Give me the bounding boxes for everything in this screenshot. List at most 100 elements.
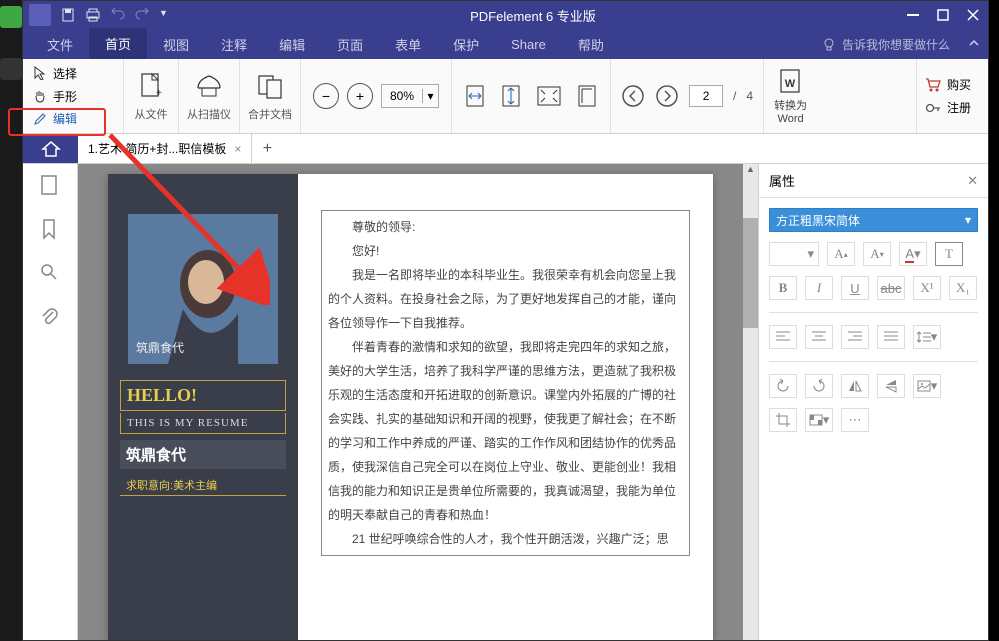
document-tab[interactable]: 1.艺术 简历+封...职信模板 × xyxy=(78,134,252,163)
fit-page-icon[interactable] xyxy=(536,85,562,107)
resume-hello: HELLO! xyxy=(127,385,279,406)
convert-word-button[interactable]: W 转换为 Word xyxy=(763,59,817,133)
rotate-cw-button[interactable] xyxy=(805,374,833,398)
vertical-scrollbar[interactable]: ▲ xyxy=(743,164,758,640)
menu-page[interactable]: 页面 xyxy=(321,29,379,60)
from-file-button[interactable]: + 从文件 xyxy=(124,59,179,133)
prev-page-button[interactable] xyxy=(621,84,645,108)
next-page-button[interactable] xyxy=(655,84,679,108)
decrease-font-button[interactable]: A▾ xyxy=(863,242,891,266)
zoom-out-button[interactable]: − xyxy=(313,83,339,109)
strikethrough-button[interactable]: abc xyxy=(877,276,905,300)
extract-image-button[interactable]: ▾ xyxy=(913,374,941,398)
page-sep: / xyxy=(733,89,736,103)
from-scanner-button[interactable]: 从扫描仪 xyxy=(179,59,240,133)
dropdown-icon[interactable]: ▾ xyxy=(422,89,438,103)
select-tool[interactable]: 选择 xyxy=(29,63,117,84)
close-panel-button[interactable]: ✕ xyxy=(967,173,978,189)
taskbar-app-icon[interactable] xyxy=(0,58,22,80)
register-button[interactable]: 注册 xyxy=(925,99,980,116)
tell-me-search[interactable]: 告诉我你想要做什么 xyxy=(822,36,980,53)
attachments-icon[interactable] xyxy=(39,306,61,328)
actual-size-icon[interactable] xyxy=(576,83,598,109)
pdf-page: 筑鼎食代 HELLO! THIS IS MY RESUME 筑鼎食代 求职意向:… xyxy=(108,174,713,640)
font-size-select[interactable]: ▾ xyxy=(769,242,819,266)
rotate-ccw-button[interactable] xyxy=(769,374,797,398)
ribbon: 选择 手形 编辑 + 从文件 从扫描仪 合并文档 − + xyxy=(23,59,988,134)
align-justify-button[interactable] xyxy=(877,325,905,349)
edit-tool[interactable]: 编辑 xyxy=(29,108,117,129)
menu-protect[interactable]: 保护 xyxy=(437,29,495,60)
line-spacing-button[interactable]: ▾ xyxy=(913,325,941,349)
menu-comment[interactable]: 注释 xyxy=(205,29,263,60)
maximize-button[interactable] xyxy=(928,1,958,29)
flip-horizontal-button[interactable] xyxy=(841,374,869,398)
document-viewport[interactable]: 筑鼎食代 HELLO! THIS IS MY RESUME 筑鼎食代 求职意向:… xyxy=(78,164,743,640)
tell-me-label: 告诉我你想要做什么 xyxy=(842,36,950,53)
menu-help[interactable]: 帮助 xyxy=(562,29,620,60)
flip-vertical-button[interactable] xyxy=(877,374,905,398)
resume-name: 筑鼎食代 xyxy=(120,440,286,469)
italic-button[interactable]: I xyxy=(805,276,833,300)
os-taskbar xyxy=(0,0,22,641)
menu-edit[interactable]: 编辑 xyxy=(263,29,321,60)
align-right-button[interactable] xyxy=(841,325,869,349)
zoom-combo[interactable]: 80% ▾ xyxy=(381,84,439,108)
menu-home[interactable]: 首页 xyxy=(89,28,147,61)
close-button[interactable] xyxy=(958,1,988,29)
app-logo xyxy=(29,4,51,26)
search-icon[interactable] xyxy=(39,262,61,284)
collapse-ribbon-icon[interactable] xyxy=(968,37,980,49)
thumbnails-icon[interactable] xyxy=(39,174,61,196)
fit-height-icon[interactable] xyxy=(500,83,522,109)
hand-tool[interactable]: 手形 xyxy=(29,86,117,107)
menu-form[interactable]: 表单 xyxy=(379,29,437,60)
left-sidebar xyxy=(23,164,78,640)
taskbar-app-icon[interactable] xyxy=(0,6,22,28)
add-tab-button[interactable]: + xyxy=(252,134,282,163)
text-edit-frame[interactable]: 尊敬的领导: 您好! 我是一名即将毕业的本科毕业生。我很荣幸有机会向您呈上我的个… xyxy=(321,210,690,556)
underline-button[interactable]: U xyxy=(841,276,869,300)
zoom-value: 80% xyxy=(382,89,422,103)
menu-view[interactable]: 视图 xyxy=(147,29,205,60)
letter-p3: 21 世纪呼唤综合性的人才，我个性开朗活泼，兴趣广泛；思 xyxy=(328,527,683,551)
more-options-button[interactable]: ⋯ xyxy=(841,408,869,432)
zoom-in-button[interactable]: + xyxy=(347,83,373,109)
bold-button[interactable]: B xyxy=(769,276,797,300)
properties-panel: 属性 ✕ 方正粗黑宋简体 ▾ ▾ A▴ A▾ A▾ T B I U xyxy=(758,164,988,640)
redo-icon[interactable] xyxy=(135,8,149,22)
svg-text:+: + xyxy=(156,88,162,99)
menu-file[interactable]: 文件 xyxy=(31,29,89,60)
properties-title: 属性 xyxy=(769,171,795,190)
print-icon[interactable] xyxy=(85,8,101,22)
buy-button[interactable]: 购买 xyxy=(925,76,980,93)
scrollbar-thumb[interactable] xyxy=(743,218,758,328)
superscript-button[interactable]: X¹ xyxy=(913,276,941,300)
increase-font-button[interactable]: A▴ xyxy=(827,242,855,266)
page-number-input[interactable] xyxy=(689,85,723,107)
font-color-button[interactable]: A▾ xyxy=(899,242,927,266)
photo-watermark: 筑鼎食代 xyxy=(136,339,184,356)
scanner-icon xyxy=(194,70,224,104)
minimize-button[interactable] xyxy=(898,1,928,29)
subscript-button[interactable]: X₁ xyxy=(949,276,977,300)
convert-label-1: 转换为 xyxy=(774,97,807,113)
align-left-button[interactable] xyxy=(769,325,797,349)
home-icon xyxy=(41,140,61,158)
fit-width-icon[interactable] xyxy=(464,83,486,109)
merge-button[interactable]: 合并文档 xyxy=(240,59,301,133)
text-box-button[interactable]: T xyxy=(935,242,963,266)
undo-icon[interactable] xyxy=(111,8,125,22)
crop-button[interactable] xyxy=(769,408,797,432)
menu-share[interactable]: Share xyxy=(495,31,562,58)
bookmarks-icon[interactable] xyxy=(39,218,61,240)
qat-dropdown-icon[interactable]: ▼ xyxy=(159,8,168,22)
align-center-button[interactable] xyxy=(805,325,833,349)
font-name-value: 方正粗黑宋简体 xyxy=(776,212,860,229)
letter-hello: 您好! xyxy=(328,239,683,263)
opacity-button[interactable]: ▾ xyxy=(805,408,833,432)
save-icon[interactable] xyxy=(61,8,75,22)
home-tab-button[interactable] xyxy=(23,134,78,163)
close-tab-button[interactable]: × xyxy=(234,142,241,156)
font-family-select[interactable]: 方正粗黑宋简体 ▾ xyxy=(769,208,978,232)
